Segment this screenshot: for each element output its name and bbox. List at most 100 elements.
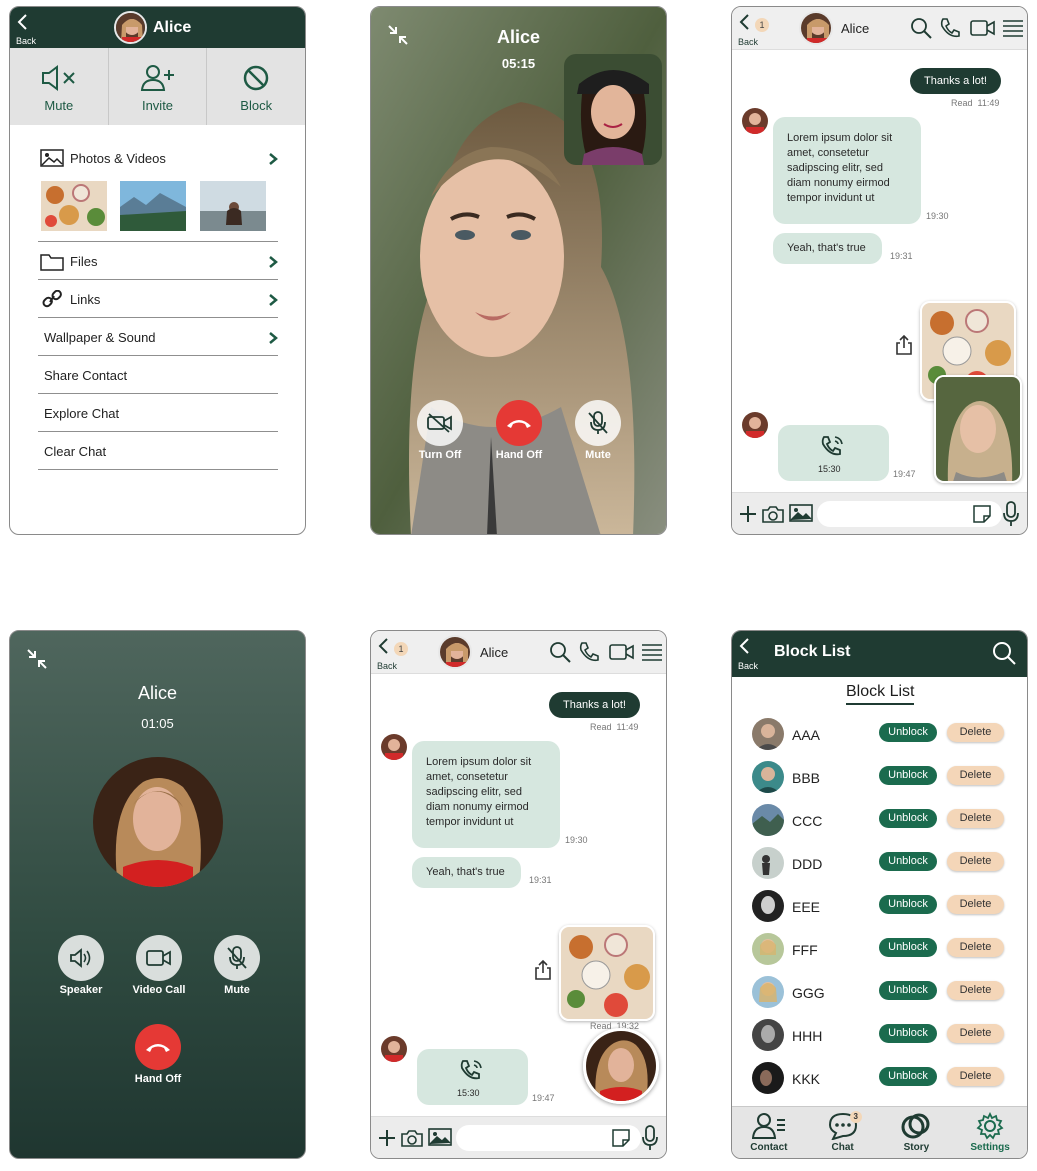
links-row[interactable]: Links [38,280,278,318]
unblock-button[interactable]: Unblock [879,766,937,785]
invite-button[interactable]: Invite [109,48,208,125]
files-row[interactable]: Files [38,242,278,280]
sticker-icon[interactable] [973,505,991,523]
read-receipt: Read 11:49 [951,98,999,108]
microphone-icon[interactable] [641,1125,659,1151]
sticker-icon[interactable] [612,1129,630,1147]
outgoing-message[interactable]: Thanks a lot! [549,692,640,718]
incoming-message[interactable]: Lorem ipsum dolor sit amet, consetetur s… [412,741,560,848]
share-icon[interactable] [534,959,552,981]
mute-button[interactable]: Mute [10,48,109,125]
clear-chat-row[interactable]: Clear Chat [38,432,278,470]
share-contact-row[interactable]: Share Contact [38,356,278,394]
search-icon[interactable] [910,17,932,39]
user-name: FFF [792,942,818,958]
outgoing-message[interactable]: Thanks a lot! [910,68,1001,94]
delete-button[interactable]: Delete [947,1024,1004,1043]
back-button[interactable]: Back [16,13,42,46]
camera-icon[interactable] [761,505,785,523]
unblock-button[interactable]: Unblock [879,938,937,957]
back-label: Back [738,661,759,671]
phone-icon[interactable] [578,641,600,663]
video-icon[interactable] [970,19,996,37]
delete-button[interactable]: Delete [947,981,1004,1000]
mute-mic-button[interactable]: Mute [563,400,633,461]
link-icon [42,290,62,308]
incoming-message[interactable]: Lorem ipsum dolor sit amet, consetetur s… [773,117,921,224]
floating-call-bubble[interactable] [583,1028,659,1104]
gallery-icon[interactable] [789,504,813,522]
end-call-icon [146,1044,170,1052]
gallery-icon[interactable] [428,1128,452,1146]
share-icon[interactable] [895,334,913,356]
speaker-circle [58,935,104,981]
turn-off-camera-button[interactable]: Turn Off [405,400,475,461]
tab-story[interactable]: Story [880,1107,954,1158]
contact-avatar[interactable] [799,11,833,45]
phone-icon[interactable] [939,17,961,39]
menu-icon[interactable] [1003,19,1023,37]
delete-button[interactable]: Delete [947,809,1004,828]
media-thumbnail[interactable] [120,181,186,231]
call-message[interactable]: 15:30 [778,425,889,481]
delete-button[interactable]: Delete [947,852,1004,871]
self-video-preview[interactable] [564,54,662,165]
delete-button[interactable]: Delete [947,723,1004,742]
tab-contact[interactable]: Contact [732,1107,806,1158]
user-avatar [752,976,784,1008]
shared-image-food[interactable] [559,925,655,1021]
user-name: AAA [792,727,821,743]
video-call-button[interactable]: Video Call [124,935,194,996]
unblock-button[interactable]: Unblock [879,1024,937,1043]
wallpaper-sound-label: Wallpaper & Sound [44,330,156,345]
incoming-message[interactable]: Yeah, that's true [773,233,882,264]
mute-mic-button[interactable]: Mute [202,935,272,996]
wallpaper-sound-row[interactable]: Wallpaper & Sound [38,318,278,356]
delete-button[interactable]: Delete [947,895,1004,914]
hang-up-button[interactable]: Hand Off [484,400,554,461]
search-icon[interactable] [549,641,571,663]
tab-settings[interactable]: Settings [953,1107,1027,1158]
delete-button[interactable]: Delete [947,766,1004,785]
tab-chat[interactable]: 3 Chat [806,1107,880,1158]
contact-avatar[interactable] [438,635,472,669]
block-button[interactable]: Block [207,48,305,125]
hang-up-button[interactable]: Hand Off [123,1024,193,1085]
search-icon[interactable] [992,641,1016,665]
unblock-button[interactable]: Unblock [879,809,937,828]
minimize-icon[interactable] [26,648,48,670]
delete-button[interactable]: Delete [947,938,1004,957]
caller-avatar [93,757,223,887]
message-time: 19:30 [926,211,949,221]
speaker-button[interactable]: Speaker [46,935,116,996]
contact-name: Alice [480,645,509,660]
unblock-button[interactable]: Unblock [879,981,937,1000]
incoming-message[interactable]: Yeah, that's true [412,857,521,888]
unblock-button[interactable]: Unblock [879,895,937,914]
unblock-button[interactable]: Unblock [879,1067,937,1086]
end-call-icon [507,420,531,428]
unblock-button[interactable]: Unblock [879,852,937,871]
user-name: HHH [792,1028,823,1044]
photos-videos-row[interactable]: Photos & Videos [38,139,278,242]
add-icon[interactable] [739,505,757,523]
media-thumbnail[interactable] [200,181,266,231]
media-thumbnail[interactable] [41,181,107,231]
files-label: Files [70,254,98,269]
delete-button[interactable]: Delete [947,1067,1004,1086]
video-call-label: Video Call [132,984,186,996]
menu-icon[interactable] [642,643,662,661]
call-message[interactable]: 15:30 [417,1049,528,1105]
shared-image-portrait[interactable] [934,375,1022,483]
mute-icon [41,65,75,91]
explore-chat-row[interactable]: Explore Chat [38,394,278,432]
message-input-bar [371,1116,666,1158]
unblock-button[interactable]: Unblock [879,723,937,742]
back-button[interactable]: Back [738,637,768,671]
call-duration: 15:30 [818,464,841,474]
chevron-right-icon [269,153,278,165]
video-icon[interactable] [609,643,635,661]
add-icon[interactable] [378,1129,396,1147]
microphone-icon[interactable] [1002,501,1020,527]
camera-icon[interactable] [400,1129,424,1147]
